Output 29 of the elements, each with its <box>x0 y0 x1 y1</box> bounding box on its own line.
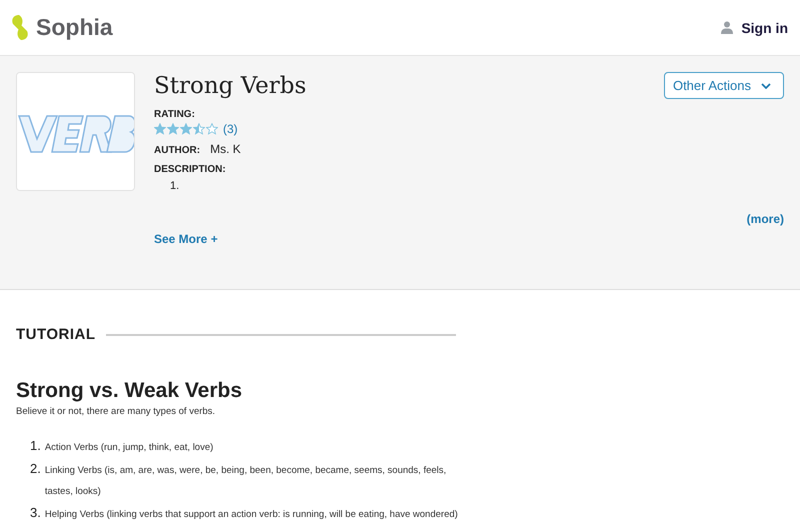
star-icon <box>206 123 218 135</box>
other-actions-button[interactable]: Other Actions <box>664 72 784 99</box>
star-icon <box>167 123 179 135</box>
star-icon <box>154 123 166 135</box>
chevron-down-icon <box>761 82 771 88</box>
logo-icon <box>10 14 30 41</box>
tutorial-heading: Strong vs. Weak Verbs <box>16 379 244 403</box>
list-number: 1. <box>30 438 41 453</box>
sign-in-button[interactable]: Sign in <box>721 20 788 36</box>
list-number: 3. <box>30 505 41 520</box>
see-more-link[interactable]: See More + <box>154 232 218 246</box>
star-icon <box>180 123 192 135</box>
rating-count-link[interactable]: (3) <box>223 122 238 136</box>
brand-name[interactable]: Sophia <box>36 14 113 41</box>
description-item: 1. <box>170 180 180 192</box>
author-label: AUTHOR: <box>154 145 200 156</box>
description-label: DESCRIPTION: <box>154 164 227 175</box>
list-number: 2. <box>30 461 41 476</box>
more-link[interactable]: (more) <box>746 212 784 226</box>
person-icon <box>721 21 734 34</box>
list-item-text: Linking Verbs (is, am, are, was, were, be, being, been, become, became, seems, sounds, feels, tastes, looks) <box>44 464 448 499</box>
author-name: Ms. K <box>210 142 241 156</box>
resource-title: Strong Verbs <box>154 72 306 99</box>
section-label: TUTORIAL <box>16 326 96 343</box>
star-icon <box>193 123 205 135</box>
list-item-text: Helping Verbs (linking verbs that support an action verb: is running, will be eating, have wondered) <box>44 508 458 522</box>
intro-text: Believe it or not, there are many types of verbs. <box>16 406 216 417</box>
list-item-text: Action Verbs (run, jump, think, eat, love) <box>44 441 214 455</box>
rating-label: RATING: <box>154 109 196 120</box>
